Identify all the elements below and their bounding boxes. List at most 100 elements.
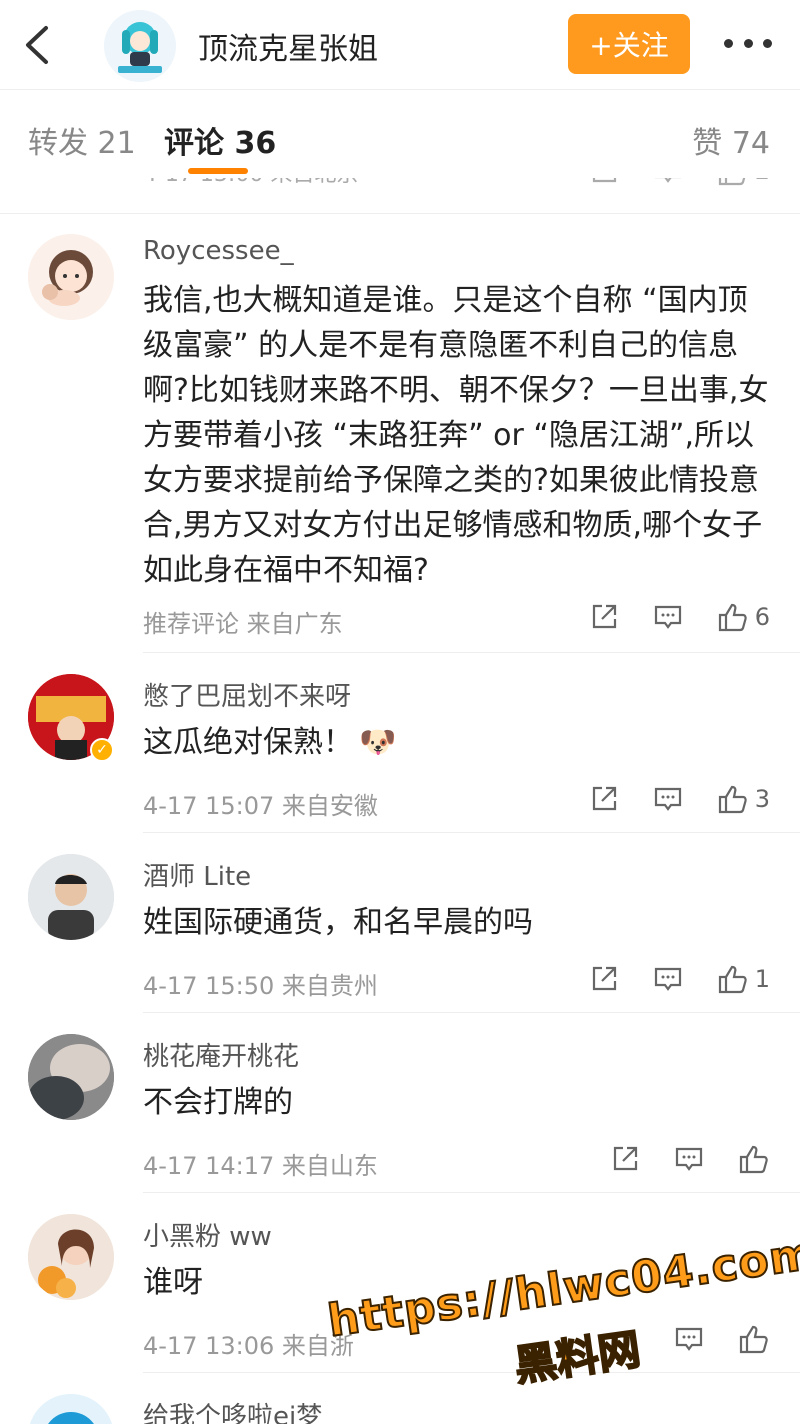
comment-author[interactable]: 给我个哆啦ei梦 — [143, 1396, 322, 1424]
like-count: 1 — [754, 965, 770, 993]
reply-button[interactable] — [674, 1324, 704, 1354]
thumbs-up-icon — [718, 178, 745, 186]
comment-author[interactable]: Roycessee_ — [143, 236, 294, 266]
girl-avatar-icon — [28, 234, 114, 320]
back-button[interactable] — [20, 22, 60, 68]
woman-avatar-icon — [28, 1214, 114, 1300]
avatar[interactable] — [28, 1034, 114, 1120]
like-count: 2 — [755, 178, 770, 185]
comment-meta: 推荐评论 来自广东 — [143, 610, 343, 638]
profile-avatar[interactable] — [104, 10, 176, 82]
comment-actions: 2 — [555, 178, 770, 186]
tab-repost[interactable]: 转发 21 — [28, 118, 136, 162]
comment-text: 我信,也大概知道是谁。只是这个自称 “国内顶级富豪” 的人是不是有意隐匿不利自己… — [143, 283, 769, 588]
comment-author[interactable]: 憋了巴屈划不来呀 — [143, 676, 351, 713]
divider — [143, 832, 800, 833]
like-count: 6 — [754, 603, 770, 631]
comment-item: 给我个哆啦ei梦 — [0, 1374, 800, 1424]
share-button[interactable] — [589, 784, 619, 814]
comment-icon — [675, 1327, 703, 1351]
share-button[interactable] — [610, 1144, 640, 1174]
tab-bar: 转发 21 评论 36 赞 74 — [0, 90, 800, 178]
thumbs-up-icon — [739, 1325, 768, 1354]
comment-text: 姓国际硬通货，和名早晨的吗 — [143, 905, 533, 940]
like-count: 3 — [754, 785, 770, 813]
divider — [143, 652, 800, 653]
comment-author[interactable]: 小黑粉 ww — [143, 1216, 272, 1253]
dot-icon — [724, 38, 733, 48]
reply-button[interactable] — [653, 964, 683, 994]
comment-meta: 4-17 13:06 来自浙 — [143, 1332, 354, 1360]
photo-avatar-icon — [28, 1034, 114, 1120]
comment-actions: 6 — [555, 602, 770, 632]
like-button[interactable] — [738, 1144, 770, 1174]
page-title: 顶流克星张姐 — [198, 32, 378, 67]
top-bar: 顶流克星张姐 +关注 — [0, 0, 800, 90]
comment-icon — [654, 178, 681, 183]
reply-button[interactable] — [653, 784, 683, 814]
man-avatar-icon — [28, 854, 114, 940]
thumbs-up-icon — [739, 1145, 768, 1174]
comment-item: 桃花庵开桃花 不会打牌的 4-17 14:17 来自山东 — [0, 1014, 800, 1194]
share-button[interactable] — [589, 964, 619, 994]
more-options-button[interactable] — [724, 28, 772, 58]
divider — [143, 1012, 800, 1013]
like-button[interactable]: 3 — [717, 784, 770, 814]
avatar[interactable] — [28, 1214, 114, 1300]
comment-text: 这瓜绝对保熟！ 🐶 — [143, 720, 773, 765]
comment-item: Roycessee_ 我信,也大概知道是谁。只是这个自称 “国内顶级富豪” 的人… — [0, 214, 800, 654]
share-button[interactable] — [589, 178, 619, 186]
active-tab-indicator — [188, 168, 248, 174]
share-icon — [592, 786, 616, 811]
divider — [143, 1372, 800, 1373]
comment-text: 不会打牌的 — [143, 1085, 293, 1120]
comment-text-body: 这瓜绝对保熟！ — [143, 725, 353, 760]
like-button[interactable] — [738, 1324, 770, 1354]
dot-icon — [743, 38, 753, 48]
anime-avatar-icon — [104, 10, 176, 82]
share-icon — [592, 604, 616, 629]
comment-icon — [654, 967, 681, 991]
like-button[interactable]: 6 — [717, 602, 770, 632]
comment-item: ✓ 憋了巴屈划不来呀 这瓜绝对保熟！ 🐶 4-17 15:07 来自安徽 3 — [0, 654, 800, 834]
tab-comments[interactable]: 评论 36 — [164, 118, 276, 162]
comment-meta: 4-17 15:07 来自安徽 — [143, 792, 378, 820]
reply-button[interactable] — [653, 178, 683, 186]
tab-likes[interactable]: 赞 74 — [692, 118, 770, 162]
follow-button[interactable]: +关注 — [568, 14, 690, 74]
avatar[interactable] — [28, 1394, 114, 1424]
doge-emoji-icon: 🐶 — [359, 725, 397, 760]
comment-actions: 3 — [555, 784, 770, 814]
like-button[interactable]: 2 — [717, 178, 770, 186]
dot-icon — [763, 38, 772, 48]
comment-actions: 1 — [555, 964, 770, 994]
thumbs-up-icon — [718, 785, 747, 814]
doraemon-avatar-icon — [28, 1394, 114, 1424]
comment-icon — [654, 787, 681, 811]
comment-author[interactable]: 酒师 Lite — [143, 856, 251, 893]
comment-item: 酒师 Lite 姓国际硬通货，和名早晨的吗 4-17 15:50 来自贵州 1 — [0, 834, 800, 1014]
partial-comment-row: 4-17 13:00 来自北京 2 — [0, 178, 800, 214]
comment-author[interactable]: 桃花庵开桃花 — [143, 1036, 299, 1073]
comment-meta: 4-17 14:17 来自山东 — [143, 1152, 378, 1180]
verified-badge-icon: ✓ — [90, 738, 114, 762]
comment-actions — [640, 1324, 770, 1354]
thumbs-up-icon — [718, 965, 747, 994]
share-button[interactable] — [589, 602, 619, 632]
comment-icon — [654, 605, 681, 629]
comment-meta: 4-17 13:00 来自北京 — [143, 178, 358, 188]
comment-actions — [576, 1144, 770, 1174]
share-icon — [592, 178, 616, 183]
avatar[interactable] — [28, 854, 114, 940]
reply-button[interactable] — [653, 602, 683, 632]
thumbs-up-icon — [718, 603, 747, 632]
divider — [143, 1192, 800, 1193]
comment-icon — [675, 1147, 703, 1171]
share-icon — [592, 966, 616, 991]
like-button[interactable]: 1 — [717, 964, 770, 994]
avatar[interactable] — [28, 234, 114, 320]
chevron-left-icon — [26, 26, 48, 64]
share-icon — [613, 1146, 638, 1171]
reply-button[interactable] — [674, 1144, 704, 1174]
comment-meta: 4-17 15:50 来自贵州 — [143, 972, 378, 1000]
